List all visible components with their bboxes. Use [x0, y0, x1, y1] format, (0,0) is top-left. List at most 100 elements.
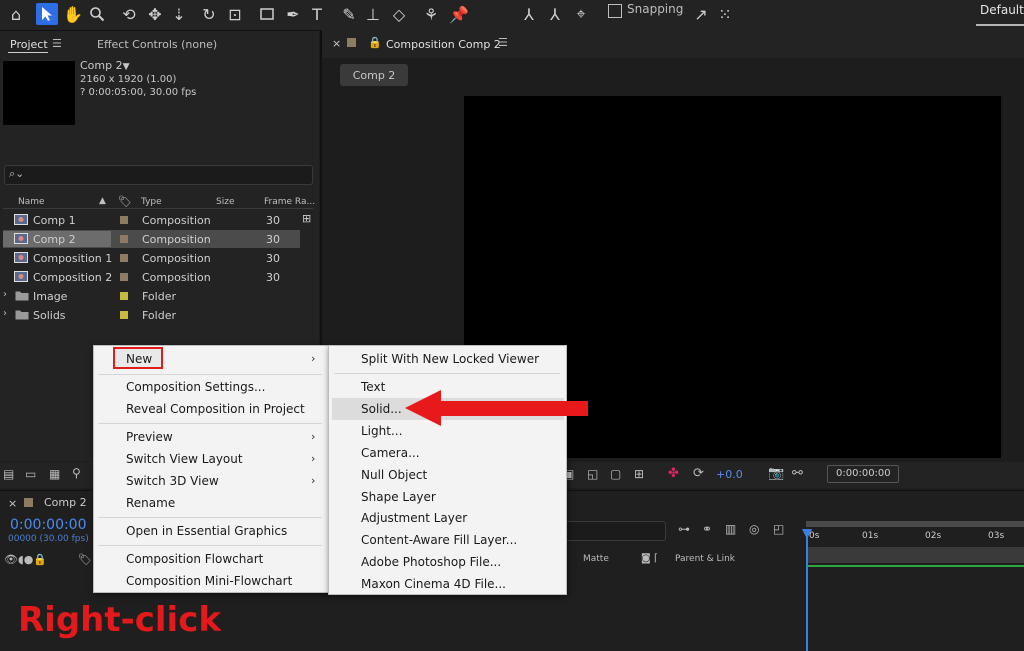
item-fps: 30 [266, 252, 280, 265]
submenu-item-null-object[interactable]: Null Object [361, 468, 427, 482]
brush-tool-icon[interactable]: ✎ [338, 3, 360, 25]
snap-grid-icon[interactable]: ⁙ [714, 3, 736, 25]
panel-menu-icon[interactable]: ☰ [498, 36, 508, 49]
work-area-bar[interactable] [806, 521, 1024, 527]
snap-feather-icon[interactable]: ↗ [690, 3, 712, 25]
panel-menu-icon[interactable]: ☰ [52, 37, 62, 50]
timeline-tab-title[interactable]: Comp 2 [44, 496, 87, 509]
frame-blending-icon[interactable]: ▥ [725, 522, 736, 536]
type-tool-icon[interactable]: T [306, 3, 328, 25]
menu-item-reveal-composition[interactable]: Reveal Composition in Project [126, 402, 305, 416]
column-frame-rate[interactable]: Frame Ra... [264, 197, 315, 207]
grid-guide-icon[interactable]: ⊞ [634, 467, 644, 481]
sort-ascending-icon[interactable]: ▲ [99, 196, 106, 206]
column-type[interactable]: Type [141, 197, 162, 207]
submenu-item-cinema-4d-file[interactable]: Maxon Cinema 4D File... [361, 577, 506, 591]
pan-camera-icon[interactable]: ✥ [144, 3, 166, 25]
label-tag-icon[interactable]: 🏷 [118, 195, 132, 208]
comp-navigator-button[interactable]: Comp 2 [340, 64, 408, 86]
submenu-item-photoshop-file[interactable]: Adobe Photoshop File... [361, 555, 501, 569]
clone-stamp-tool-icon[interactable]: ⊥ [362, 3, 384, 25]
roto-brush-tool-icon[interactable]: ⚘ [420, 3, 442, 25]
lock-icon[interactable]: 🔒 [368, 36, 382, 49]
menu-item-rename[interactable]: Rename [126, 496, 175, 510]
snapping-checkbox[interactable] [608, 4, 622, 18]
world-axis-icon[interactable]: ⅄ [544, 3, 566, 25]
close-icon[interactable]: × [8, 497, 17, 510]
column-name[interactable]: Name [18, 197, 45, 207]
submenu-item-shape-layer[interactable]: Shape Layer [361, 490, 436, 504]
puppet-pin-tool-icon[interactable]: 📌 [448, 3, 470, 25]
submenu-item-light[interactable]: Light... [361, 424, 402, 438]
new-folder-icon[interactable]: ▭ [25, 467, 36, 481]
label-color-swatch[interactable] [120, 273, 128, 281]
timeline-frames: 00000 (30.00 fps) [8, 534, 89, 544]
flowchart-icon[interactable]: ⊞ [302, 212, 311, 225]
exposure-value[interactable]: +0.0 [716, 468, 743, 481]
hand-tool-icon[interactable]: ✋ [62, 3, 84, 25]
transparency-grid-icon[interactable]: ◱ [587, 467, 598, 481]
label-color-swatch[interactable] [120, 292, 128, 300]
new-composition-icon[interactable]: ▦ [49, 467, 60, 481]
playhead-line[interactable] [806, 531, 808, 651]
menu-item-switch-view-layout[interactable]: Switch View Layout [126, 452, 243, 466]
label-color-swatch[interactable] [120, 311, 128, 319]
submenu-item-camera[interactable]: Camera... [361, 446, 420, 460]
label-color-swatch[interactable] [120, 254, 128, 262]
menu-item-open-essential-graphics[interactable]: Open in Essential Graphics [126, 524, 287, 538]
label-color-swatch[interactable] [120, 216, 128, 224]
pan-behind-tool-icon[interactable]: ⊡ [224, 3, 246, 25]
show-snapshot-icon[interactable]: ⚯ [792, 466, 803, 481]
annotation-arrow-icon [405, 390, 588, 426]
menu-item-composition-mini-flowchart[interactable]: Composition Mini-Flowchart [126, 574, 292, 588]
submenu-item-adjustment-layer[interactable]: Adjustment Layer [361, 511, 467, 525]
timeline-timecode[interactable]: 0:00:00:00 [10, 517, 87, 533]
dolly-camera-icon[interactable]: ⇣ [168, 3, 190, 25]
tab-project[interactable]: Project [10, 38, 48, 51]
close-icon[interactable]: × [332, 37, 341, 50]
mask-visibility-icon[interactable]: ▢ [610, 467, 621, 481]
local-axis-icon[interactable]: ⅄ [518, 3, 540, 25]
eraser-tool-icon[interactable]: ◇ [388, 3, 410, 25]
orbit-camera-icon[interactable]: ⟲ [118, 3, 140, 25]
pen-tool-icon[interactable]: ✒ [282, 3, 304, 25]
viewer-tab-title[interactable]: Composition Comp 2 [386, 38, 501, 51]
layer-search-input[interactable] [560, 521, 666, 541]
submenu-item-split-viewer[interactable]: Split With New Locked Viewer [361, 352, 539, 366]
menu-item-new[interactable]: New [126, 352, 152, 366]
reset-exposure-icon[interactable]: ⟳ [693, 466, 704, 481]
column-size[interactable]: Size [216, 197, 234, 207]
draft-3d-icon[interactable]: ⚭ [702, 522, 712, 536]
adjust-project-settings-icon[interactable]: ⚲ [72, 466, 81, 480]
graph-editor-icon[interactable]: ◰ [773, 522, 784, 536]
snapshot-icon[interactable]: 📷 [768, 466, 784, 481]
submenu-item-text[interactable]: Text [361, 380, 385, 394]
color-channels-icon[interactable]: ✤ [668, 466, 679, 481]
tab-effect-controls[interactable]: Effect Controls (none) [97, 38, 217, 51]
label-color-swatch[interactable] [120, 235, 128, 243]
interpret-footage-icon[interactable]: ▤ [3, 467, 14, 481]
chevron-right-icon: › [311, 430, 316, 443]
submenu-item-content-aware-fill[interactable]: Content-Aware Fill Layer... [361, 533, 517, 547]
menu-item-switch-3d-view[interactable]: Switch 3D View [126, 474, 219, 488]
current-time-field[interactable]: 0:00:00:00 [827, 465, 899, 483]
comp-flowchart-icon[interactable]: ⊶ [678, 522, 690, 536]
project-search-input[interactable]: ⌕⌄ [4, 165, 313, 185]
chevron-down-icon[interactable]: ▼ [123, 62, 130, 72]
submenu-item-solid[interactable]: Solid... [361, 402, 402, 416]
menu-item-preview[interactable]: Preview [126, 430, 173, 444]
chevron-right-icon[interactable]: › [3, 308, 7, 319]
rectangle-tool-icon[interactable] [256, 3, 278, 25]
motion-blur-icon[interactable]: ◎ [749, 522, 759, 536]
view-axis-icon[interactable]: ⌖ [570, 3, 592, 25]
zoom-tool-icon[interactable] [86, 3, 108, 25]
rotation-tool-icon[interactable]: ↻ [198, 3, 220, 25]
chevron-right-icon[interactable]: › [3, 289, 7, 300]
label-tag-icon[interactable]: 🏷 [78, 553, 92, 566]
right-click-annotation: Right-click [18, 600, 221, 640]
home-icon[interactable]: ⌂ [5, 3, 27, 25]
selection-tool-icon[interactable] [36, 3, 58, 25]
menu-item-composition-flowchart[interactable]: Composition Flowchart [126, 552, 263, 566]
workspace-default[interactable]: Default [980, 3, 1024, 17]
menu-item-composition-settings[interactable]: Composition Settings... [126, 380, 265, 394]
